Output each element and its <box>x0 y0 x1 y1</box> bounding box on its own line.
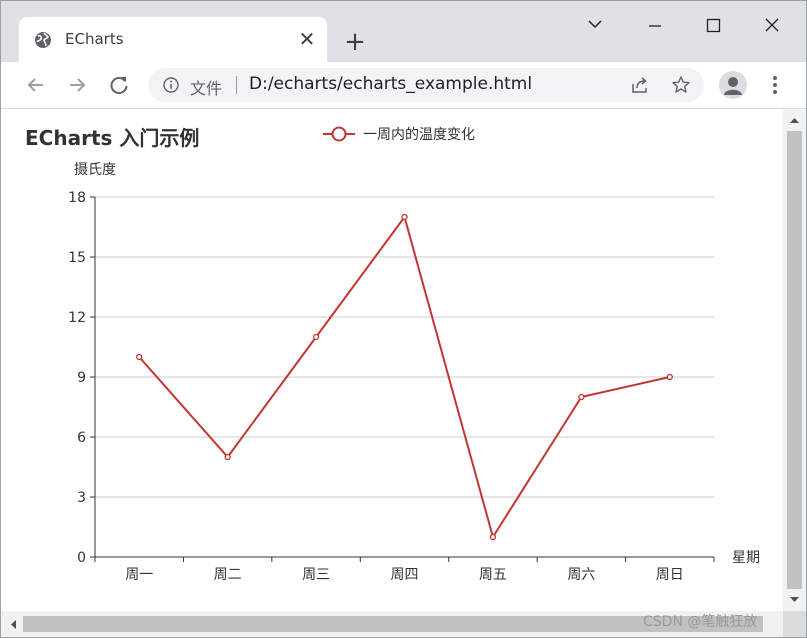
y-tick-label: 15 <box>68 250 86 266</box>
browser-toolbar: 文件 D:/echarts/echarts_example.html <box>1 62 806 109</box>
line-chart: ECharts 入门示例 一周内的温度变化 摄氏度 星期 0369121518 … <box>25 126 760 583</box>
vertical-scrollbar[interactable] <box>783 109 806 611</box>
x-tick-label: 周五 <box>479 567 507 583</box>
y-tick-label: 9 <box>77 370 86 386</box>
x-tick-label: 周二 <box>214 567 242 583</box>
address-chip[interactable]: 文件 <box>190 75 222 99</box>
maximize-icon[interactable] <box>693 9 733 39</box>
info-icon[interactable] <box>163 77 179 93</box>
data-point[interactable] <box>136 353 143 361</box>
arrow-left-icon[interactable] <box>21 70 51 100</box>
divider <box>236 76 237 94</box>
star-icon[interactable] <box>671 75 691 95</box>
y-tick-label: 12 <box>68 310 86 326</box>
scrollbar-corner <box>783 611 806 637</box>
minimize-icon[interactable] <box>635 9 675 39</box>
share-icon[interactable] <box>630 75 650 95</box>
data-point[interactable] <box>401 213 408 221</box>
close-icon[interactable]: ✕ <box>295 27 319 51</box>
page-content: ECharts 入门示例 一周内的温度变化 摄氏度 星期 0 3 6 9 12 15 18 … <box>1 109 783 611</box>
legend-symbol <box>331 126 347 142</box>
watermark: CSDN @笔触狂放 <box>643 614 758 630</box>
window-close-icon[interactable] <box>752 9 792 39</box>
chart-title: ECharts 入门示例 <box>25 126 199 150</box>
data-point[interactable] <box>489 533 497 541</box>
x-tick-label: 周四 <box>391 567 419 583</box>
data-point[interactable] <box>312 333 320 341</box>
reload-icon[interactable] <box>104 70 134 100</box>
y-tick-label: 18 <box>68 190 86 206</box>
y-tick-label: 6 <box>77 430 86 446</box>
scroll-left-arrow-icon[interactable] <box>9 619 17 630</box>
legend[interactable]: 一周内的温度变化 <box>323 126 475 143</box>
scroll-up-arrow-icon[interactable] <box>789 116 800 124</box>
vertical-scroll-thumb[interactable] <box>787 131 802 589</box>
globe-icon <box>35 32 51 48</box>
x-tick-label: 周一 <box>125 567 153 583</box>
x-tick-label: 周日 <box>656 567 684 583</box>
data-point[interactable] <box>224 453 231 461</box>
chevron-down-icon[interactable] <box>575 9 615 39</box>
x-tick-label: 周六 <box>567 567 595 583</box>
arrow-right-icon[interactable] <box>62 70 92 100</box>
y-axis-label: 摄氏度 <box>74 162 116 178</box>
url-text[interactable]: D:/echarts/echarts_example.html <box>249 74 532 94</box>
x-axis-label: 星期 <box>732 550 760 566</box>
y-tick-label: 0 <box>77 550 86 566</box>
legend-label: 一周内的温度变化 <box>363 127 475 143</box>
browser-window: ECharts ✕ + 文件 D:/echarts/echarts_exampl… <box>0 0 807 638</box>
tab-strip: ECharts ✕ + <box>1 1 806 62</box>
scroll-down-arrow-icon[interactable] <box>789 596 800 604</box>
y-tick-label: 3 <box>77 490 86 506</box>
tab-echarts[interactable]: ECharts ✕ <box>19 17 327 62</box>
kebab-menu-icon[interactable] <box>763 72 787 98</box>
plus-icon[interactable]: + <box>340 27 370 57</box>
address-bar[interactable]: 文件 D:/echarts/echarts_example.html <box>148 68 704 102</box>
data-point[interactable] <box>666 373 673 381</box>
avatar-icon[interactable] <box>719 71 747 99</box>
x-tick-label: 周三 <box>302 567 330 583</box>
data-point[interactable] <box>578 393 585 401</box>
tab-title: ECharts <box>65 30 124 48</box>
